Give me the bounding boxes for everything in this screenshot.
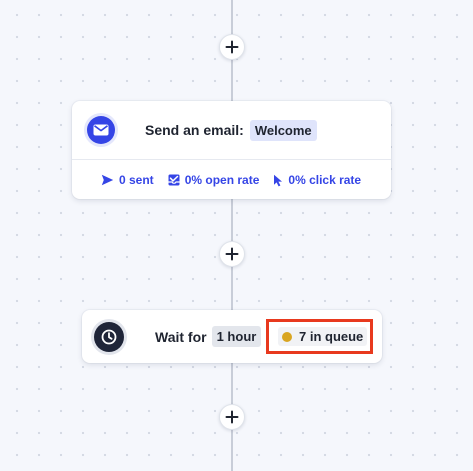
wait-label: Wait for (155, 328, 207, 345)
open-mail-icon (168, 174, 180, 186)
clock-icon-wrapper (91, 318, 127, 355)
sent-stat[interactable]: 0 sent (101, 173, 154, 187)
queue-status-badge[interactable]: 7 in queue (266, 319, 373, 354)
send-email-step-header[interactable]: Send an email: Welcome (72, 101, 391, 160)
plus-icon (225, 410, 239, 424)
plus-icon (225, 247, 239, 261)
queue-status-dot-icon (282, 331, 292, 342)
email-icon-wrapper (84, 113, 118, 147)
plus-icon (225, 40, 239, 54)
clock-icon (94, 321, 124, 352)
wait-duration-tag[interactable]: 1 hour (211, 326, 262, 347)
envelope-icon (87, 116, 115, 144)
queue-status-pill: 7 in queue (278, 327, 368, 346)
email-stats-row: 0 sent 0% open rate 0% click rate (72, 160, 391, 200)
add-step-button[interactable] (219, 241, 245, 267)
cursor-icon (274, 174, 283, 186)
add-step-button[interactable] (219, 34, 245, 60)
sent-count: 0 sent (119, 173, 154, 187)
add-step-button[interactable] (219, 404, 245, 430)
click-rate-stat[interactable]: 0% click rate (273, 173, 361, 187)
click-rate-value: 0% click rate (288, 173, 362, 187)
queue-count: 7 in queue (299, 329, 364, 344)
send-icon (101, 174, 114, 186)
open-rate-stat[interactable]: 0% open rate (168, 173, 260, 187)
send-email-step-card[interactable]: Send an email: Welcome 0 sent 0% open ra… (72, 101, 391, 199)
send-email-title: Send an email: (145, 122, 244, 138)
open-rate-value: 0% open rate (184, 173, 260, 187)
email-name-tag[interactable]: Welcome (249, 119, 317, 141)
wait-step-card[interactable]: Wait for 1 hour 7 in queue (82, 310, 382, 363)
